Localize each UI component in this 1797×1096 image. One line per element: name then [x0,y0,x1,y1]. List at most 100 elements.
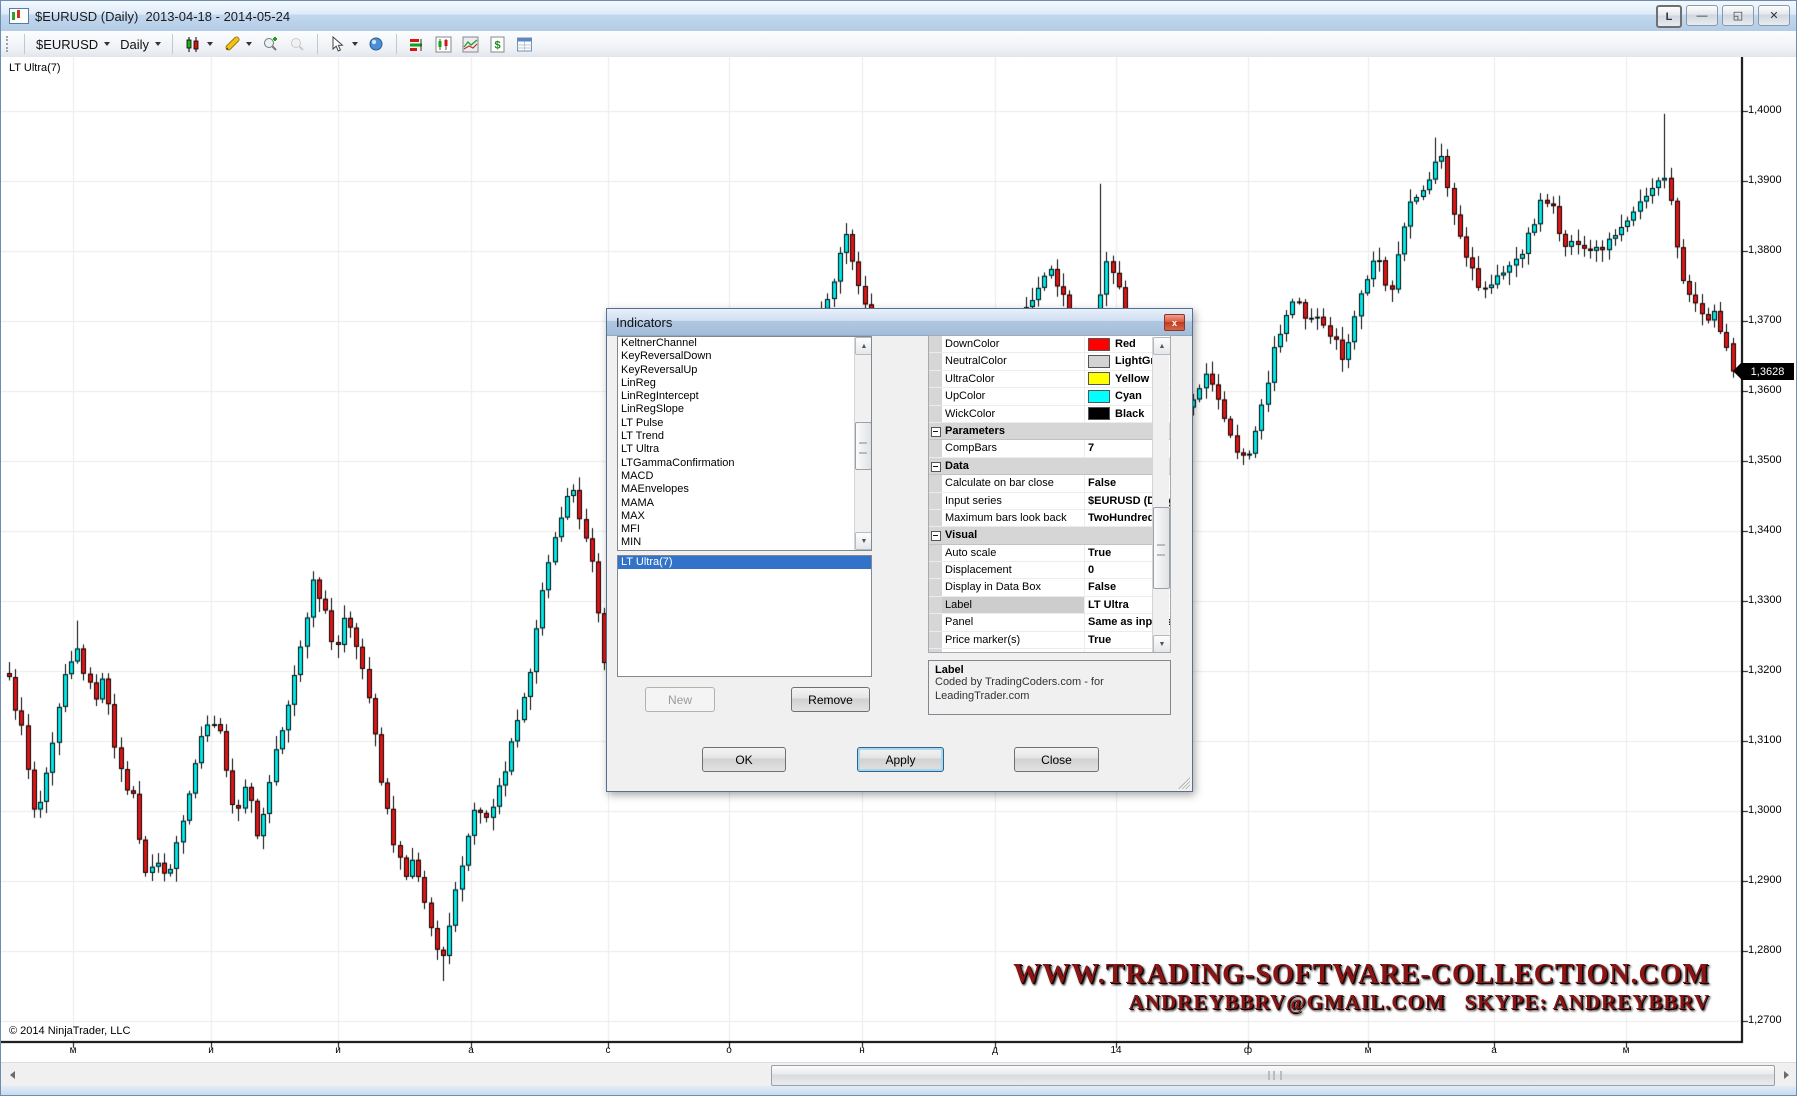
grid-gutter [929,406,942,422]
grid-gutter [929,493,942,509]
indicator-list-item[interactable]: LinRegSlope [618,403,871,416]
pencil-icon [223,36,240,53]
chart-window-button[interactable] [430,34,457,55]
indicator-list-item[interactable]: MAMA [618,497,871,510]
selected-indicator-item[interactable]: LT Ultra(7) [618,556,871,569]
property-grid-scrollbar[interactable]: ▲ ▼ [1152,337,1169,653]
watermark-line1: WWW.TRADING-SOFTWARE-COLLECTION.COM [1013,960,1710,991]
property-row[interactable]: Display in Data BoxFalse [929,579,1170,596]
property-row[interactable]: CompBars7 [929,440,1170,457]
property-row[interactable]: LabelLT Ultra [929,597,1170,614]
property-value-text: Cyan [1115,388,1142,404]
indicator-list-item[interactable]: MACD [618,470,871,483]
market-bars-button[interactable] [403,34,430,55]
indicator-list-item[interactable]: KeyReversalUp [618,364,871,377]
property-description-title: Label [935,664,1164,676]
scroll-up-arrow[interactable]: ▲ [855,337,872,355]
available-indicators-list[interactable]: KeltnerChannelKeyReversalDownKeyReversal… [617,336,872,551]
indicator-list-item[interactable]: KeyReversalDown [618,350,871,363]
property-name: WickColor [942,406,1085,422]
indicator-list-item[interactable]: KeltnerChannel [618,337,871,350]
new-button[interactable]: New [645,687,715,712]
window-titlebar[interactable]: $EURUSD (Daily) 2013-04-18 - 2014-05-24 … [1,1,1796,32]
color-swatch [1088,338,1110,351]
ok-button[interactable]: OK [702,747,786,772]
collapse-icon[interactable] [931,531,941,541]
scrollbar-thumb[interactable] [1153,507,1170,589]
scroll-up-arrow[interactable]: ▲ [1153,337,1171,355]
instrument-dropdown[interactable]: $EURUSD [31,35,115,54]
property-row[interactable]: PanelSame as input series [929,614,1170,631]
collapse-icon[interactable] [931,462,941,472]
close-dialog-button[interactable]: Close [1014,747,1099,772]
indicator-list-item[interactable]: MAEnvelopes [618,483,871,496]
indicator-list-item[interactable]: LT Ultra [618,443,871,456]
chart-style-button[interactable] [179,34,218,55]
selected-indicators-list[interactable]: LT Ultra(7) [617,555,872,677]
property-row[interactable]: NeutralColorLightGray [929,353,1170,370]
scrollbar-thumb[interactable] [855,422,872,470]
zoom-out-icon [289,36,306,53]
property-section-header[interactable]: Visual [929,527,1170,544]
property-row[interactable]: Displacement0 [929,562,1170,579]
property-row[interactable]: Maximum bars look backTwoHundredFiftySix [929,510,1170,527]
property-row[interactable]: UltraColorYellow [929,371,1170,388]
indicator-list-item[interactable]: MIN [618,536,871,549]
maximize-button[interactable]: ◱ [1722,5,1754,26]
dialog-close-button[interactable]: x [1164,314,1185,331]
indicator-list-item[interactable]: LinRegIntercept [618,390,871,403]
property-row[interactable]: Input series$EURUSD (Daily) [929,493,1170,510]
price-tick-label: 1,3000 [1748,804,1782,816]
property-value-text: Black [1115,406,1144,422]
property-row[interactable]: Auto scaleTrue [929,545,1170,562]
toolbar-grip[interactable] [6,36,12,52]
dialog-titlebar[interactable]: Indicators x [607,309,1192,336]
cursor-button[interactable] [324,34,363,55]
property-row[interactable]: WickColor Black [929,406,1170,423]
price-tick-label: 1,3800 [1748,244,1782,256]
apply-button[interactable]: Apply [857,747,944,772]
close-button[interactable]: ✕ [1758,5,1790,26]
property-row[interactable]: DownColorRed [929,336,1170,353]
scroll-right-arrow[interactable] [1778,1066,1795,1083]
remove-button[interactable]: Remove [791,687,870,712]
property-description-text: Coded by TradingCoders.com - for Leading… [935,676,1135,704]
list-scrollbar[interactable]: ▲ ▼ [854,337,871,550]
property-row[interactable]: Calculate on bar closeFalse [929,475,1170,492]
property-row[interactable]: UpColorCyan [929,388,1170,405]
indicator-list-item[interactable]: MFI [618,523,871,536]
line-chart-button[interactable] [457,34,484,55]
time-tick-label: 14 [1106,1045,1126,1056]
minimize-button[interactable]: — [1686,5,1718,26]
property-row[interactable]: Price marker(s)True [929,632,1170,649]
drawing-tools-button[interactable] [218,34,257,55]
grid-gutter [929,579,942,595]
period-dropdown[interactable]: Daily [115,35,166,54]
resize-grip[interactable] [1178,777,1190,789]
zoom-in-button[interactable] [257,34,284,55]
scroll-left-arrow[interactable] [4,1066,21,1083]
link-button[interactable]: L [1656,5,1682,28]
indicator-list-item[interactable]: LTGammaConfirmation [618,457,871,470]
indicator-list-item[interactable]: LT Pulse [618,417,871,430]
collapse-icon[interactable] [931,427,941,437]
property-section-header[interactable]: Data [929,458,1170,475]
close-icon: x [1172,318,1177,328]
data-box-button[interactable] [363,34,390,55]
indicator-list-item[interactable]: LT Trend [618,430,871,443]
property-grid[interactable]: DownColorRedNeutralColorLightGrayUltraCo… [928,335,1171,653]
account-button[interactable]: $ [484,34,511,55]
properties-button[interactable] [511,34,538,55]
grid-gutter [929,371,942,387]
indicator-list-item[interactable]: MAX [618,510,871,523]
property-row[interactable]: Scale justificationRight [929,649,1170,653]
horizontal-scrollbar[interactable] [1,1062,1797,1086]
scroll-down-arrow[interactable]: ▼ [855,532,872,550]
candlestick-chart-icon [435,36,452,53]
property-section-header[interactable]: Parameters [929,423,1170,440]
property-name: NeutralColor [942,353,1085,369]
scroll-down-arrow[interactable]: ▼ [1153,635,1171,653]
zoom-out-button[interactable] [284,34,311,55]
scrollbar-thumb[interactable] [771,1065,1775,1086]
indicator-list-item[interactable]: LinReg [618,377,871,390]
